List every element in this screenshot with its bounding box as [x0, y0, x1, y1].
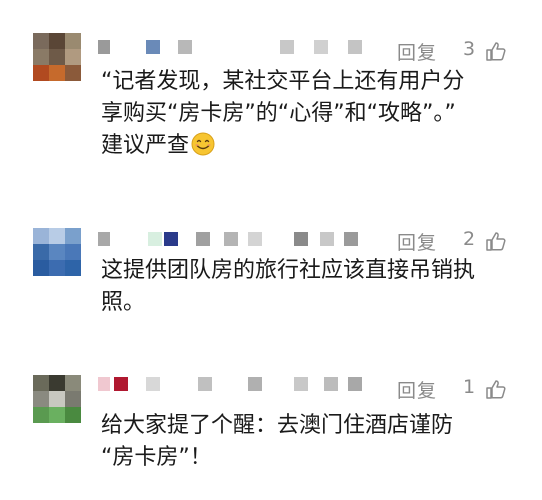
thumbs-up-icon[interactable] [485, 378, 507, 400]
comment-text-line: 照。 [101, 290, 146, 315]
like-count: 1 [463, 376, 476, 398]
reply-button[interactable]: 回复 [397, 38, 437, 65]
comment-text-line-content: 建议严查 [101, 133, 190, 158]
like-count: 2 [463, 228, 476, 250]
comment-text-line: 享购买“房卡房”的“心得”和“攻略”。” [101, 101, 456, 126]
reply-button[interactable]: 回复 [397, 228, 437, 255]
like-count: 3 [463, 38, 476, 60]
comment-text-line: “记者发现，某社交平台上还有用户分 [101, 69, 465, 94]
avatar[interactable] [33, 228, 81, 276]
thumbs-up-icon[interactable] [485, 230, 507, 252]
comment-text-line: 建议严查 [101, 130, 521, 162]
comment-text-line: 给大家提了个醒：去澳门住酒店谨防 [101, 413, 454, 438]
comment-text-line: “房卡房”！ [101, 445, 212, 470]
smiling-face-icon [191, 132, 215, 156]
comment-text: 给大家提了个醒：去澳门住酒店谨防 “房卡房”！ [101, 410, 521, 474]
reply-button[interactable]: 回复 [397, 376, 437, 403]
avatar[interactable] [33, 375, 81, 423]
comment-text: 这提供团队房的旅行社应该直接吊销执 照。 [101, 255, 521, 319]
comment-text: “记者发现，某社交平台上还有用户分 享购买“房卡房”的“心得”和“攻略”。” 建… [101, 66, 521, 162]
thumbs-up-icon[interactable] [485, 40, 507, 62]
avatar[interactable] [33, 33, 81, 81]
comment-text-line: 这提供团队房的旅行社应该直接吊销执 [101, 258, 476, 283]
